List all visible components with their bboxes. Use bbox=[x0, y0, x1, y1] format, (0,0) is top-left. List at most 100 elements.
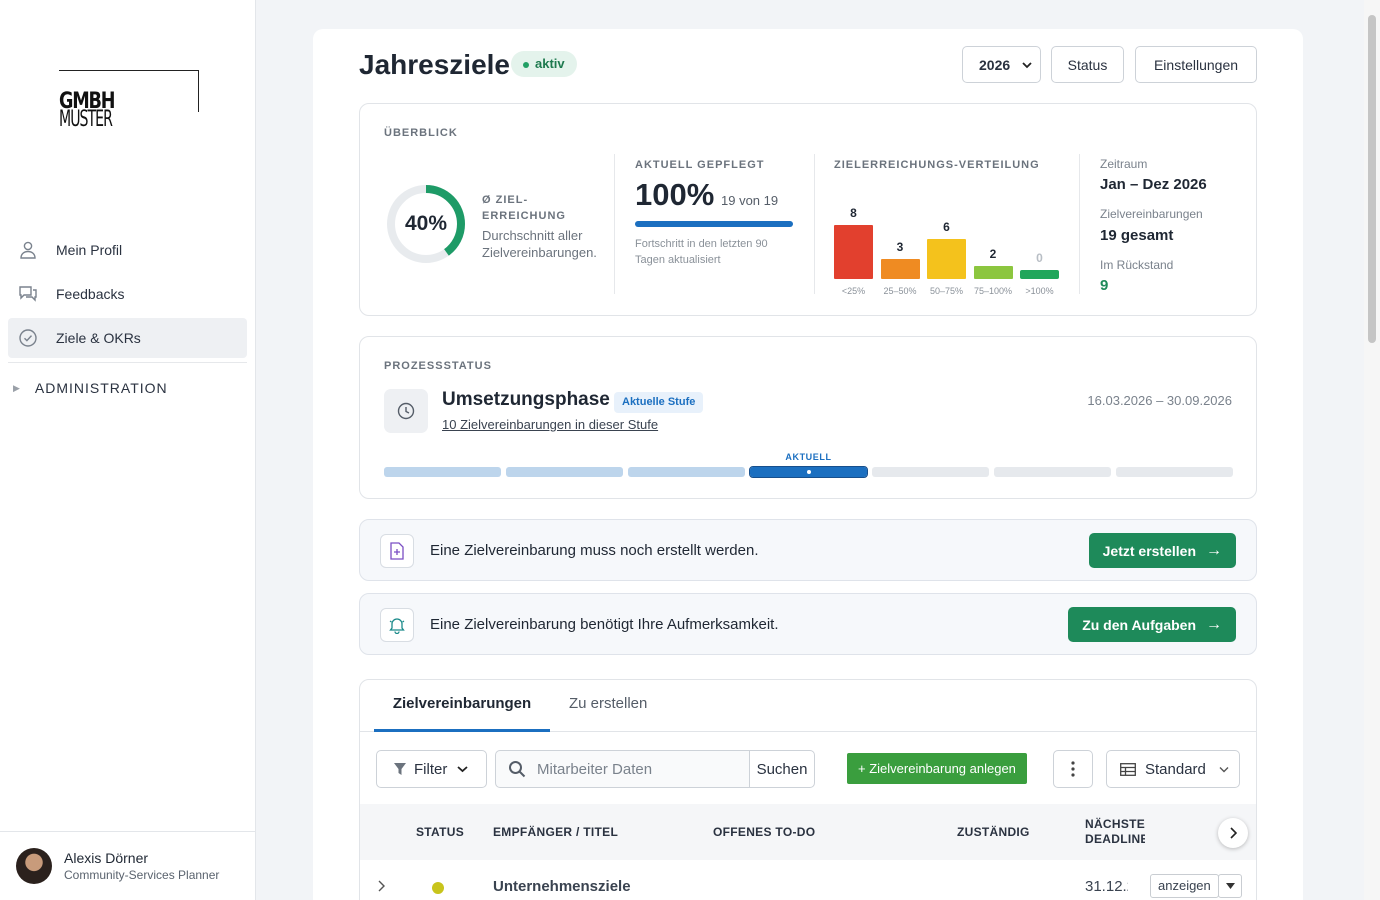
alert-text: Eine Zielvereinbarung benötigt Ihre Aufm… bbox=[430, 616, 779, 633]
tab-to-create[interactable]: Zu erstellen bbox=[569, 680, 647, 732]
clock-icon bbox=[384, 389, 428, 433]
status-button[interactable]: Status bbox=[1051, 46, 1124, 83]
alert-text: Eine Zielvereinbarung muss noch erstellt… bbox=[430, 542, 759, 559]
overdue-value: 9 bbox=[1100, 277, 1109, 294]
page-title: Jahresziele bbox=[359, 49, 510, 80]
avg-label: Ø ZIEL- bbox=[482, 194, 529, 206]
bar-value-label: 3 bbox=[896, 239, 904, 254]
chat-icon bbox=[19, 286, 37, 302]
current-step-label: AKTUELL bbox=[785, 452, 832, 462]
show-button[interactable]: anzeigen bbox=[1150, 874, 1219, 898]
add-agreement-button[interactable]: + Zielvereinbarung anlegen bbox=[847, 753, 1027, 784]
filter-label: Filter bbox=[414, 760, 448, 778]
avatar bbox=[16, 848, 52, 884]
column-label: NÄCHSTE bbox=[1085, 817, 1145, 831]
bar-category-label: 50–75% bbox=[929, 286, 964, 296]
process-step bbox=[1116, 467, 1233, 477]
sidebar: MUSTER GMBH Mein Profil Feedbacks Ziele &… bbox=[0, 0, 256, 900]
check-circle-icon bbox=[19, 329, 37, 347]
expand-chevron-icon[interactable] bbox=[377, 880, 385, 892]
sidebar-section-administration[interactable]: ▶ ADMINISTRATION bbox=[8, 363, 247, 413]
user-profile[interactable]: Alexis Dörner Community-Services Planner bbox=[0, 831, 256, 900]
phase-title: Umsetzungsphase bbox=[442, 389, 610, 410]
status-indicator bbox=[432, 882, 444, 894]
phase-date-range: 16.03.2026 – 30.09.2026 bbox=[1087, 393, 1232, 408]
phase-agreements-link[interactable]: 10 Zielvereinbarungen in dieser Stufe bbox=[442, 417, 658, 432]
view-select[interactable]: Standard bbox=[1106, 750, 1240, 788]
company-logo[interactable]: MUSTER GMBH bbox=[59, 70, 199, 132]
search-button[interactable]: Suchen bbox=[749, 750, 815, 788]
sidebar-item-profile[interactable]: Mein Profil bbox=[8, 230, 247, 270]
maintained-progress-track bbox=[635, 221, 793, 227]
search-placeholder: Mitarbeiter Daten bbox=[537, 760, 653, 778]
row-dropdown-button[interactable] bbox=[1218, 874, 1242, 898]
agreements-table-panel: Zielvereinbarungen Zu erstellen Filter M… bbox=[359, 679, 1257, 900]
distribution-bar[interactable] bbox=[927, 238, 966, 279]
bar-category-label: 25–50% bbox=[883, 286, 917, 296]
sidebar-item-label: Mein Profil bbox=[56, 242, 123, 258]
sidebar-item-feedbacks[interactable]: Feedbacks bbox=[8, 274, 247, 314]
user-name: Alexis Dörner bbox=[64, 850, 149, 866]
avg-description: Zielvereinbarungen. bbox=[482, 245, 597, 260]
agreements-value: 19 gesamt bbox=[1100, 227, 1174, 244]
avg-description: Durchschnitt aller bbox=[482, 228, 583, 243]
admin-label: ADMINISTRATION bbox=[34, 380, 168, 396]
process-step bbox=[872, 467, 989, 477]
row-title[interactable]: Unternehmensziele bbox=[493, 878, 631, 895]
distribution-bar[interactable] bbox=[973, 265, 1013, 279]
column-recipient[interactable]: EMPFÄNGER / TITEL bbox=[493, 825, 618, 839]
avg-percent: 40% bbox=[404, 212, 448, 235]
search-input[interactable]: Mitarbeiter Daten bbox=[495, 750, 750, 788]
arrow-right-icon: → bbox=[1206, 615, 1222, 633]
create-now-button[interactable]: Jetzt erstellen → bbox=[1088, 533, 1236, 568]
scroll-right-button[interactable] bbox=[1218, 818, 1248, 848]
process-panel: PROZESSSTATUS Umsetzungsphase Aktuelle S… bbox=[359, 336, 1257, 499]
scrollbar-thumb[interactable] bbox=[1368, 15, 1376, 343]
chevron-down-icon bbox=[457, 766, 468, 773]
row-deadline: 31.12.2 bbox=[1085, 878, 1128, 895]
column-next-deadline[interactable]: NÄCHSTE DEADLINE bbox=[1085, 817, 1145, 847]
current-step-dot bbox=[806, 470, 811, 474]
column-status[interactable]: STATUS bbox=[416, 825, 464, 839]
tab-agreements[interactable]: Zielvereinbarungen bbox=[374, 680, 550, 732]
go-to-tasks-button[interactable]: Zu den Aufgaben → bbox=[1068, 607, 1236, 642]
column-responsible[interactable]: ZUSTÄNDIG bbox=[957, 825, 1030, 839]
more-options-button[interactable] bbox=[1053, 750, 1093, 788]
period-value: Jan – Dez 2026 bbox=[1100, 176, 1207, 193]
user-role: Community-Services Planner bbox=[64, 868, 220, 882]
caret-right-icon: ▶ bbox=[13, 382, 21, 393]
year-select[interactable]: 2026 bbox=[962, 46, 1041, 83]
sidebar-item-label: Feedbacks bbox=[56, 286, 125, 302]
process-step bbox=[628, 467, 745, 477]
document-plus-icon bbox=[380, 534, 414, 568]
distribution-bar[interactable] bbox=[834, 225, 873, 279]
caret-down-icon bbox=[1225, 883, 1235, 889]
page-scrollbar[interactable] bbox=[1364, 0, 1380, 900]
table-header: STATUS EMPFÄNGER / TITEL OFFENES TO-DO Z… bbox=[360, 804, 1256, 860]
sidebar-item-goals[interactable]: Ziele & OKRs bbox=[8, 318, 247, 358]
distribution-bar[interactable] bbox=[1020, 270, 1059, 279]
settings-button[interactable]: Einstellungen bbox=[1135, 46, 1257, 83]
process-step bbox=[506, 467, 623, 477]
bell-icon bbox=[380, 608, 414, 642]
maintained-count: 19 von 19 bbox=[721, 193, 779, 208]
column-open-todo[interactable]: OFFENES TO-DO bbox=[713, 825, 815, 839]
table-tabs: Zielvereinbarungen Zu erstellen bbox=[360, 680, 1256, 732]
filter-button[interactable]: Filter bbox=[376, 750, 487, 788]
sidebar-nav: Mein Profil Feedbacks Ziele & OKRs ▶ ADM… bbox=[8, 230, 247, 413]
table-row[interactable]: Unternehmensziele 31.12.2 anzeigen bbox=[360, 860, 1256, 900]
divider bbox=[1079, 154, 1080, 294]
distribution-bar[interactable] bbox=[880, 258, 920, 279]
overview-panel: ÜBERBLICK 40% Ø ZIEL- ERREICHUNG Durchsc… bbox=[359, 103, 1257, 316]
kebab-icon bbox=[1071, 761, 1075, 777]
funnel-icon bbox=[394, 762, 406, 775]
bar-value-label: 2 bbox=[989, 246, 997, 261]
bar-category-label: 75–100% bbox=[973, 286, 1013, 296]
main-card: Jahresziele aktiv 2026 Status Einstellun… bbox=[313, 29, 1303, 900]
search-icon bbox=[509, 761, 526, 778]
distribution-label: ZIELERREICHUNGS-VERTEILUNG bbox=[834, 159, 1040, 171]
agreements-label: Zielvereinbarungen bbox=[1100, 207, 1203, 221]
view-label: Standard bbox=[1145, 760, 1206, 778]
arrow-right-icon: → bbox=[1206, 541, 1222, 559]
period-label: Zeitraum bbox=[1100, 157, 1148, 171]
